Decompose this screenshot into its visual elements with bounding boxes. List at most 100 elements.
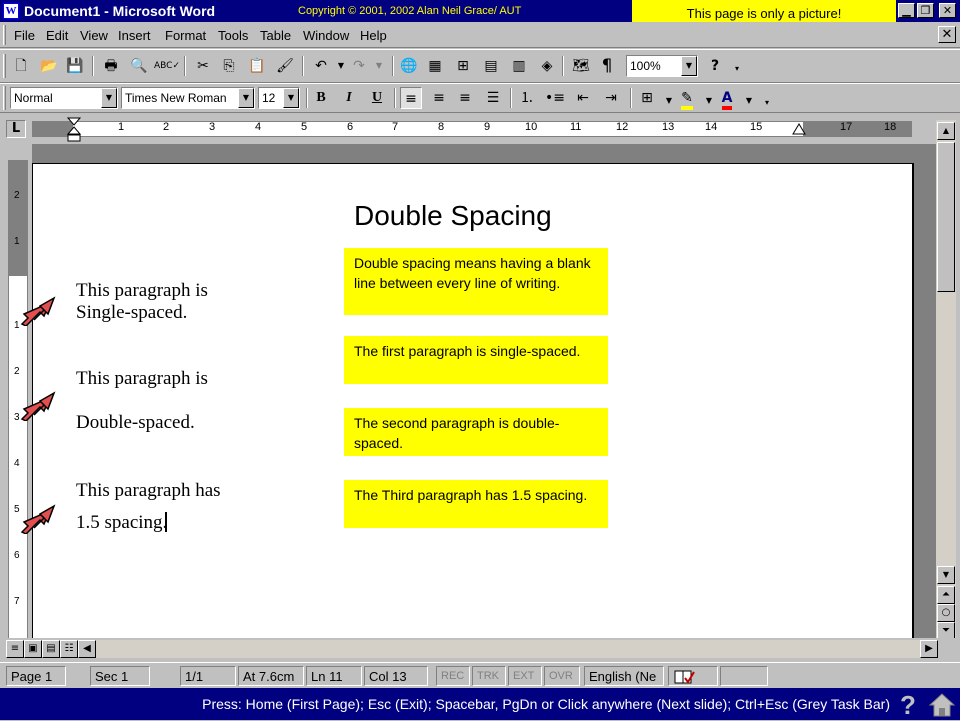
close-button[interactable]: ✕ (939, 3, 956, 18)
menu-table[interactable]: Table (260, 28, 291, 43)
menu-view[interactable]: View (80, 28, 108, 43)
menu-tools[interactable]: Tools (218, 28, 248, 43)
note-double-spacing: Double spacing means having a blank line… (344, 248, 608, 315)
paste-icon[interactable]: 📋 (246, 55, 268, 77)
show-formatting-icon[interactable]: ¶ (596, 55, 618, 77)
status-extend[interactable]: EXT (508, 666, 542, 686)
redo-icon[interactable]: ↷ (348, 55, 370, 77)
undo-icon[interactable]: ↶ (310, 55, 332, 77)
columns-icon[interactable]: ▥ (508, 55, 530, 77)
toolbar-options-icon[interactable]: ▾ (756, 92, 778, 114)
indent-markers-icon[interactable] (66, 116, 86, 144)
decrease-indent-icon[interactable]: ⇤ (572, 87, 594, 109)
font-color-icon[interactable]: A (716, 87, 738, 110)
highlight-icon[interactable]: ✎ (676, 87, 698, 110)
justify-icon[interactable]: ☰ (482, 87, 504, 109)
toolbar-options-icon[interactable]: ▾ (726, 58, 748, 80)
outline-view-icon[interactable]: ☷ (60, 640, 78, 658)
maximize-button[interactable]: ❐ (917, 3, 934, 18)
numbering-icon[interactable]: ⒈ (516, 87, 538, 109)
spelling-icon[interactable]: ABC✓ (154, 55, 180, 77)
toolbar-grip[interactable] (3, 54, 6, 78)
tab-selector[interactable]: L (6, 120, 26, 138)
status-overtype[interactable]: OVR (544, 666, 580, 686)
cut-icon[interactable]: ✂ (192, 55, 214, 77)
zoom-dropdown-icon[interactable]: ▼ (681, 56, 697, 76)
menu-edit[interactable]: Edit (46, 28, 68, 43)
horizontal-scrollbar[interactable] (96, 640, 936, 658)
print-icon[interactable]: 🖶 (100, 55, 122, 77)
note-third-paragraph: The Third paragraph has 1.5 spacing. (344, 480, 608, 528)
hyperlink-icon[interactable]: 🌐 (398, 55, 420, 77)
print-preview-icon[interactable]: 🔍 (128, 55, 150, 77)
ruler-label: 4 (14, 458, 20, 469)
align-right-icon[interactable]: ≡ (454, 87, 476, 109)
format-painter-icon[interactable]: 🖌 (274, 55, 296, 77)
help-icon[interactable]: ? (704, 55, 726, 77)
menu-window[interactable]: Window (303, 28, 349, 43)
zoom-select[interactable]: 100% ▼ (626, 55, 698, 77)
tables-borders-icon[interactable]: ▦ (424, 55, 446, 77)
save-icon[interactable]: 💾 (64, 55, 86, 77)
style-select[interactable]: Normal ▼ (10, 87, 118, 109)
font-size-dropdown-icon[interactable]: ▼ (283, 88, 299, 108)
copy-icon[interactable]: ⎘ (218, 55, 240, 77)
home-icon[interactable] (928, 692, 956, 718)
align-left-icon[interactable]: ≡ (400, 87, 422, 109)
status-language[interactable]: English (Ne (584, 666, 664, 686)
minimize-button[interactable]: ▁ (898, 3, 915, 18)
borders-icon[interactable]: ⊞ (636, 87, 658, 109)
document-page[interactable] (32, 163, 914, 640)
style-dropdown-icon[interactable]: ▼ (101, 88, 117, 108)
previous-page-icon[interactable]: ⏶ (937, 586, 955, 604)
text-cursor (165, 512, 167, 532)
bullets-icon[interactable]: •≡ (544, 87, 566, 109)
double-spaced-line-2: Double-spaced. (76, 412, 195, 433)
word-app-icon[interactable]: W (3, 3, 19, 19)
ruler-label: 2 (163, 121, 170, 133)
font-dropdown-icon[interactable]: ▼ (238, 88, 254, 108)
scroll-left-icon[interactable]: ◀ (78, 640, 96, 658)
scroll-up-icon[interactable]: ▲ (937, 122, 955, 140)
italic-button[interactable]: I (338, 87, 360, 109)
redo-dropdown-icon[interactable]: ▼ (368, 55, 390, 77)
print-layout-view-icon[interactable]: ▤ (42, 640, 60, 658)
scroll-right-icon[interactable]: ▶ (920, 640, 938, 658)
vertical-scroll-thumb[interactable] (937, 142, 955, 292)
ruler-label: 13 (662, 121, 675, 133)
menu-help[interactable]: Help (360, 28, 387, 43)
menu-format[interactable]: Format (165, 28, 206, 43)
menu-insert[interactable]: Insert (118, 28, 151, 43)
document-map-icon[interactable]: 🗺 (570, 55, 592, 77)
vertical-ruler-top-margin (9, 161, 27, 276)
underline-button[interactable]: U (366, 87, 388, 109)
document-close-button[interactable]: ✕ (938, 26, 956, 43)
font-size-select[interactable]: 12 ▼ (258, 87, 300, 109)
drawing-icon[interactable]: ◈ (536, 55, 558, 77)
insert-table-icon[interactable]: ⊞ (452, 55, 474, 77)
spelling-status-field[interactable] (668, 666, 718, 686)
help-question-icon[interactable]: ? (900, 690, 916, 721)
ruler-label: 7 (392, 121, 399, 133)
status-record[interactable]: REC (436, 666, 470, 686)
toolbar-grip[interactable] (3, 86, 6, 110)
open-folder-icon[interactable]: 📂 (38, 55, 60, 77)
toolbar-separator (394, 88, 396, 108)
vertical-scrollbar[interactable]: ▲ ▼ ⏶ ○ ⏷ (936, 120, 956, 640)
new-document-icon[interactable]: 🗋 (10, 55, 32, 77)
menu-file[interactable]: File (14, 28, 35, 43)
font-select[interactable]: Times New Roman ▼ (121, 87, 255, 109)
align-center-icon[interactable]: ≡ (428, 87, 450, 109)
right-indent-marker-icon[interactable] (792, 122, 806, 136)
bold-button[interactable]: B (310, 87, 332, 109)
status-position: At 7.6cm (238, 666, 304, 686)
normal-view-icon[interactable]: ≡ (6, 640, 24, 658)
select-browse-object-icon[interactable]: ○ (937, 604, 955, 622)
status-track-changes[interactable]: TRK (472, 666, 506, 686)
web-layout-view-icon[interactable]: ▣ (24, 640, 42, 658)
menu-grip[interactable] (3, 25, 6, 45)
increase-indent-icon[interactable]: ⇥ (600, 87, 622, 109)
insert-excel-icon[interactable]: ▤ (480, 55, 502, 77)
status-line: Ln 11 (306, 666, 362, 686)
scroll-down-icon[interactable]: ▼ (937, 566, 955, 584)
